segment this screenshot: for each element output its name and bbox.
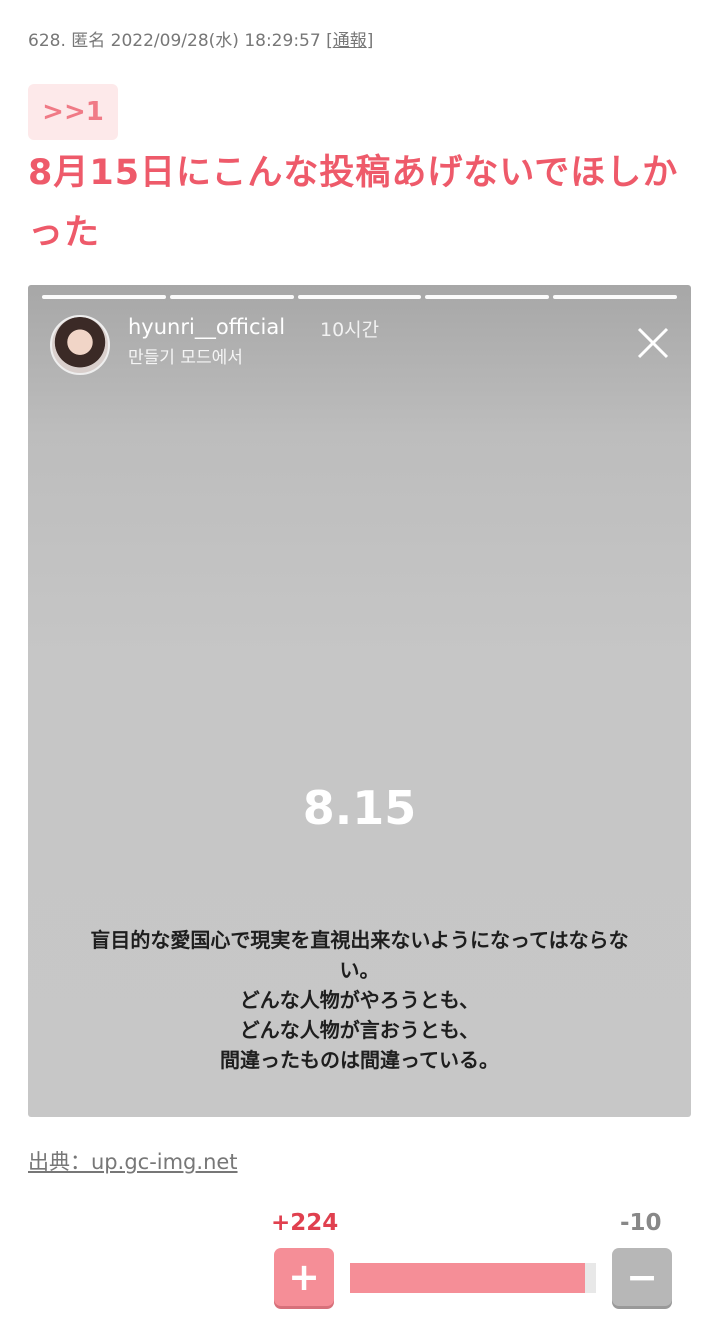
plus-vote-button[interactable]: +: [274, 1248, 334, 1306]
comment-text: 8月15日にこんな投稿あげないでほしかった: [28, 153, 679, 253]
caption-line: 間違ったものは間違っている。: [220, 1048, 499, 1072]
story-big-date: 8.15: [302, 781, 417, 835]
plus-vote-count: +224: [271, 1210, 339, 1236]
progress-segment: [553, 295, 677, 299]
close-icon: [637, 327, 669, 359]
caption-line: どんな人物が言おうとも、: [239, 1018, 480, 1042]
caption-line: 盲目的な愛国心で現実を直視出来ないようになってはならな: [90, 928, 629, 952]
story-username: hyunri__official: [128, 315, 286, 339]
vote-ratio-fill: [350, 1263, 586, 1293]
instagram-story-image: hyunri__official 10시간 만들기 모드에서 8.15 盲目的な…: [28, 285, 691, 1117]
story-time: 10시간: [320, 319, 380, 341]
story-subline: 만들기 모드에서: [128, 348, 243, 368]
vote-ratio-bar: [350, 1263, 596, 1293]
caption-line: どんな人物がやろうとも、: [239, 988, 480, 1012]
post-number: 628.: [28, 31, 66, 51]
plus-icon: +: [288, 1255, 320, 1299]
post-author: 匿名: [71, 31, 106, 51]
minus-vote-button[interactable]: −: [612, 1248, 672, 1306]
source-link[interactable]: 出典：up.gc-img.net: [28, 1146, 238, 1176]
caption-line: い。: [339, 958, 380, 982]
progress-segment: [425, 295, 550, 299]
story-caption: 盲目的な愛国心で現実を直視出来ないようになってはならな い。 どんな人物がやろう…: [48, 925, 671, 1075]
minus-vote-count: -10: [620, 1210, 662, 1236]
post-datetime: 2022/09/28(水) 18:29:57: [110, 31, 321, 51]
reply-anchor-link[interactable]: >>1: [28, 84, 118, 140]
progress-segment: [169, 295, 294, 299]
progress-segment: [42, 295, 166, 299]
post-meta: 628. 匿名 2022/09/28(水) 18:29:57 [通報]: [28, 26, 373, 51]
avatar: [50, 315, 110, 375]
story-progress-bar: [42, 295, 677, 299]
report-link[interactable]: [通報]: [326, 31, 373, 51]
progress-segment: [297, 295, 422, 299]
minus-icon: −: [626, 1255, 658, 1299]
